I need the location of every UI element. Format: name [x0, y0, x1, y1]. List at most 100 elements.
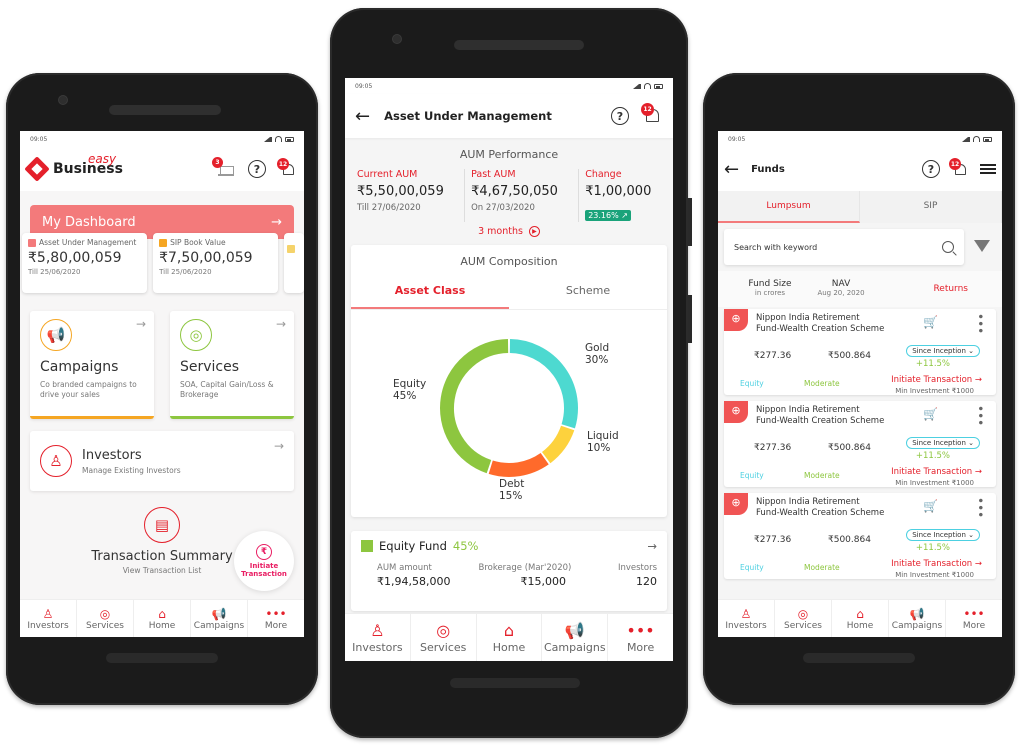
fund-list: ⊕ Nippon India Retirement Fund-Wealth Crea…: [718, 309, 1002, 579]
camera: [392, 34, 402, 44]
nav-services[interactable]: ◎ Services: [411, 614, 477, 661]
cart-icon[interactable]: 🛒: [923, 315, 938, 329]
donut-segment-debt[interactable]: [488, 452, 549, 477]
nav-investors[interactable]: ♙ Investors: [20, 600, 77, 637]
col-returns[interactable]: Returns: [933, 284, 968, 294]
campaigns-tile[interactable]: → 📢 Campaigns Co branded campaigns to dr…: [30, 311, 154, 419]
initiate-transaction-link[interactable]: Initiate Transaction →: [891, 375, 982, 385]
fund-return: +11.5%: [915, 359, 950, 369]
services-tile[interactable]: → ◎ Services SOA, Capital Gain/Loss & Br…: [170, 311, 294, 419]
kebab-menu-icon[interactable]: •••: [973, 405, 987, 426]
help-icon[interactable]: ?: [922, 160, 940, 178]
help-icon[interactable]: ?: [611, 107, 629, 125]
returns-period-dropdown[interactable]: Since Inception ⌄: [906, 437, 980, 449]
notifications-button[interactable]: 12: [949, 158, 968, 177]
menu-icon[interactable]: [980, 164, 996, 174]
fund-zoom-icon[interactable]: ⊕: [724, 401, 748, 423]
nav-label: Services: [784, 620, 822, 631]
search-input[interactable]: Search with keyword: [724, 229, 964, 265]
initiate-transaction-link[interactable]: Initiate Transaction →: [891, 559, 982, 569]
back-arrow-icon[interactable]: ←: [724, 159, 739, 180]
nav-more[interactable]: ••• More: [608, 614, 673, 661]
col-nav[interactable]: NAV: [832, 279, 850, 289]
nav-campaigns[interactable]: 📢 Campaigns: [542, 614, 609, 661]
kebab-menu-icon[interactable]: •••: [973, 313, 987, 334]
nav-more[interactable]: ••• More: [946, 600, 1002, 637]
bottom-nav: ♙ Investors ◎ Services ⌂ Home 📢 Campaigns ••…: [20, 599, 304, 637]
filter-icon[interactable]: [974, 240, 990, 254]
equity-fund-card[interactable]: Equity Fund 45% → AUM amount Brokerage (…: [351, 531, 667, 611]
nav-more[interactable]: ••• More: [248, 600, 304, 637]
bottom-nav: ♙ Investors ◎ Services ⌂ Home 📢 Campaigns ••…: [718, 599, 1002, 637]
investor-icon: ♙: [40, 445, 72, 477]
nav-campaigns[interactable]: 📢 Campaigns: [191, 600, 248, 637]
aum-composition-card: AUM Composition Asset Class Scheme Gold 3…: [351, 245, 667, 517]
tab-lumpsum[interactable]: Lumpsum: [718, 191, 860, 223]
services-icon: ◎: [180, 319, 212, 351]
fund-card[interactable]: ⊕ Nippon India Retirement Fund-Wealth Crea…: [724, 401, 996, 487]
tab-scheme[interactable]: Scheme: [509, 278, 667, 309]
notification-badge: 12: [641, 103, 654, 116]
arrow-right-icon: →: [647, 539, 657, 553]
period-selector[interactable]: 3 months ▶: [345, 226, 673, 237]
returns-period-dropdown[interactable]: Since Inception ⌄: [906, 345, 980, 357]
nav-label: Campaigns: [193, 620, 245, 631]
battery-icon: [654, 83, 663, 89]
kpi-card-aum[interactable]: Asset Under Management ₹5,80,00,059 Till…: [22, 233, 148, 293]
min-investment: Min Investment ₹1000: [895, 571, 974, 579]
kpi-label: Asset Under Management: [39, 238, 137, 247]
speaker-bottom: [803, 653, 915, 663]
birthday-button[interactable]: 3: [212, 157, 234, 176]
tab-asset-class[interactable]: Asset Class: [351, 278, 509, 309]
nav-home[interactable]: ⌂ Home: [477, 614, 543, 661]
nav-label: Services: [86, 620, 124, 631]
nav-investors[interactable]: ♙ Investors: [345, 614, 411, 661]
nav-label: Home: [846, 620, 874, 631]
initiate-transaction-fab[interactable]: ₹ Initiate Transaction: [234, 531, 294, 591]
change-badge: 23.16% ↗: [585, 210, 631, 221]
nav-campaigns[interactable]: 📢 Campaigns: [889, 600, 946, 637]
speaker-bottom: [450, 678, 580, 688]
initiate-transaction-link[interactable]: Initiate Transaction →: [891, 467, 982, 477]
nav-services[interactable]: ◎ Services: [775, 600, 832, 637]
notifications-button[interactable]: 12: [641, 103, 663, 126]
tile-title: Services: [180, 359, 240, 375]
help-icon[interactable]: ?: [248, 160, 266, 178]
cart-icon[interactable]: 🛒: [923, 407, 938, 421]
campaigns-icon: 📢: [211, 606, 227, 621]
fund-risk: Moderate: [804, 471, 840, 480]
camera: [58, 95, 68, 105]
returns-period-dropdown[interactable]: Since Inception ⌄: [906, 529, 980, 541]
kebab-menu-icon[interactable]: •••: [973, 497, 987, 518]
donut-segment-equity[interactable]: [440, 339, 509, 474]
back-arrow-icon[interactable]: ←: [355, 106, 370, 127]
birthday-badge: 3: [212, 157, 223, 168]
nav-services[interactable]: ◎ Services: [77, 600, 134, 637]
cart-icon[interactable]: 🛒: [923, 499, 938, 513]
col-fund-size[interactable]: Fund Size: [748, 279, 791, 289]
donut-chart: Gold 30% Liquid 10% Debt 15% Equity 45%: [351, 310, 667, 510]
status-bar: 09:05: [345, 78, 673, 94]
nav-home[interactable]: ⌂ Home: [832, 600, 889, 637]
fund-size: ₹277.36: [754, 351, 792, 361]
home-icon: ⌂: [158, 606, 166, 621]
kpi-date: Till 25/06/2020: [159, 268, 212, 276]
donut-segment-gold[interactable]: [509, 339, 578, 429]
fund-card[interactable]: ⊕ Nippon India Retirement Fund-Wealth Crea…: [724, 309, 996, 395]
nav-investors[interactable]: ♙ Investors: [718, 600, 775, 637]
label-debt: Debt 15%: [499, 478, 525, 502]
kpi-card-sip[interactable]: SIP Book Value ₹7,50,00,059 Till 25/06/2…: [153, 233, 279, 293]
performance-title: AUM Performance: [459, 148, 559, 161]
fund-zoom-icon[interactable]: ⊕: [724, 309, 748, 331]
investors-tile[interactable]: → ♙ Investors Manage Existing Investors: [30, 431, 294, 491]
donut-segment-liquid[interactable]: [541, 425, 575, 464]
fund-card[interactable]: ⊕ Nippon India Retirement Fund-Wealth Crea…: [724, 493, 996, 579]
notifications-button[interactable]: 12: [277, 158, 296, 177]
tab-sip[interactable]: SIP: [860, 191, 1002, 223]
fund-zoom-icon[interactable]: ⊕: [724, 493, 748, 515]
nav-home[interactable]: ⌂ Home: [134, 600, 191, 637]
segment-value: 30%: [585, 354, 609, 366]
power-button: [688, 198, 692, 246]
kpi-card-partial[interactable]: [284, 233, 304, 293]
kpi-carousel[interactable]: Asset Under Management ₹5,80,00,059 Till…: [20, 233, 304, 293]
